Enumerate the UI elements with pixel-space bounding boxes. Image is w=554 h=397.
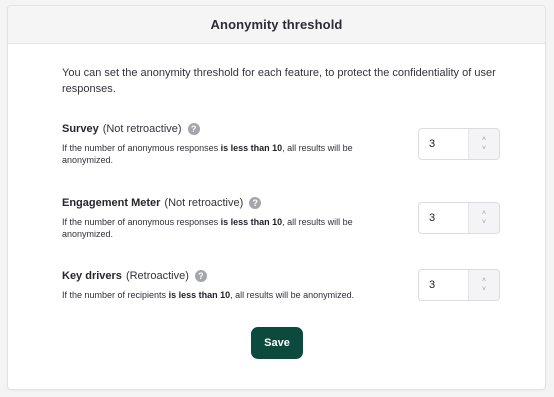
chevron-up-icon[interactable]: ˄ — [482, 210, 486, 218]
desc-text: If the number of anonymous responses — [62, 143, 221, 153]
intro-text: You can set the anonymity threshold for … — [62, 67, 496, 95]
stepper-value[interactable]: 3 — [419, 203, 468, 233]
survey-name: Survey — [62, 123, 99, 135]
chevron-up-icon[interactable]: ˄ — [482, 136, 486, 144]
survey-tag: (Not retroactive) — [102, 123, 182, 135]
engagement-meter-row: Engagement Meter (Not retroactive) ? If … — [62, 196, 500, 240]
chevron-up-icon[interactable]: ˄ — [482, 277, 486, 285]
survey-description: If the number of anonymous responses is … — [62, 142, 382, 166]
chevron-down-icon[interactable]: ˅ — [482, 219, 486, 227]
engagement-meter-threshold-stepper[interactable]: 3 ˄ ˅ — [418, 202, 500, 234]
engagement-meter-name: Engagement Meter — [62, 197, 161, 209]
engagement-meter-tag: (Not retroactive) — [164, 197, 244, 209]
desc-emphasis: is less than 10 — [220, 217, 283, 227]
help-icon[interactable]: ? — [194, 270, 207, 282]
stepper-arrows[interactable]: ˄ ˅ — [468, 270, 499, 300]
stepper-arrows[interactable]: ˄ ˅ — [468, 129, 499, 159]
stepper-value[interactable]: 3 — [419, 270, 468, 300]
help-icon[interactable]: ? — [187, 123, 200, 135]
save-button[interactable]: Save — [251, 327, 303, 359]
key-drivers-tag: (Retroactive) — [125, 270, 189, 282]
engagement-meter-description: If the number of anonymous responses is … — [62, 216, 382, 240]
chevron-down-icon[interactable]: ˅ — [482, 145, 486, 153]
survey-row: Survey (Not retroactive) ? If the number… — [62, 122, 500, 166]
help-icon[interactable]: ? — [249, 197, 262, 209]
page-title: Anonymity threshold — [210, 17, 343, 32]
desc-emphasis: is less than 10 — [168, 290, 231, 300]
desc-text: If the number of anonymous responses — [62, 217, 221, 227]
survey-threshold-stepper[interactable]: 3 ˄ ˅ — [418, 128, 500, 160]
key-drivers-description: If the number of recipients is less than… — [62, 289, 442, 301]
key-drivers-threshold-stepper[interactable]: 3 ˄ ˅ — [418, 269, 500, 301]
anonymity-threshold-card: Anonymity threshold You can set the anon… — [7, 5, 546, 390]
stepper-value[interactable]: 3 — [419, 129, 468, 159]
desc-text: If the number of recipients — [62, 290, 169, 300]
chevron-down-icon[interactable]: ˅ — [482, 286, 486, 294]
key-drivers-name: Key drivers — [62, 270, 122, 282]
card-header: Anonymity threshold — [8, 6, 545, 44]
key-drivers-row: Key drivers (Retroactive) ? If the numbe… — [62, 269, 500, 301]
desc-emphasis: is less than 10 — [220, 143, 283, 153]
desc-text: , all results will be anonymized. — [230, 290, 355, 300]
stepper-arrows[interactable]: ˄ ˅ — [468, 203, 499, 233]
